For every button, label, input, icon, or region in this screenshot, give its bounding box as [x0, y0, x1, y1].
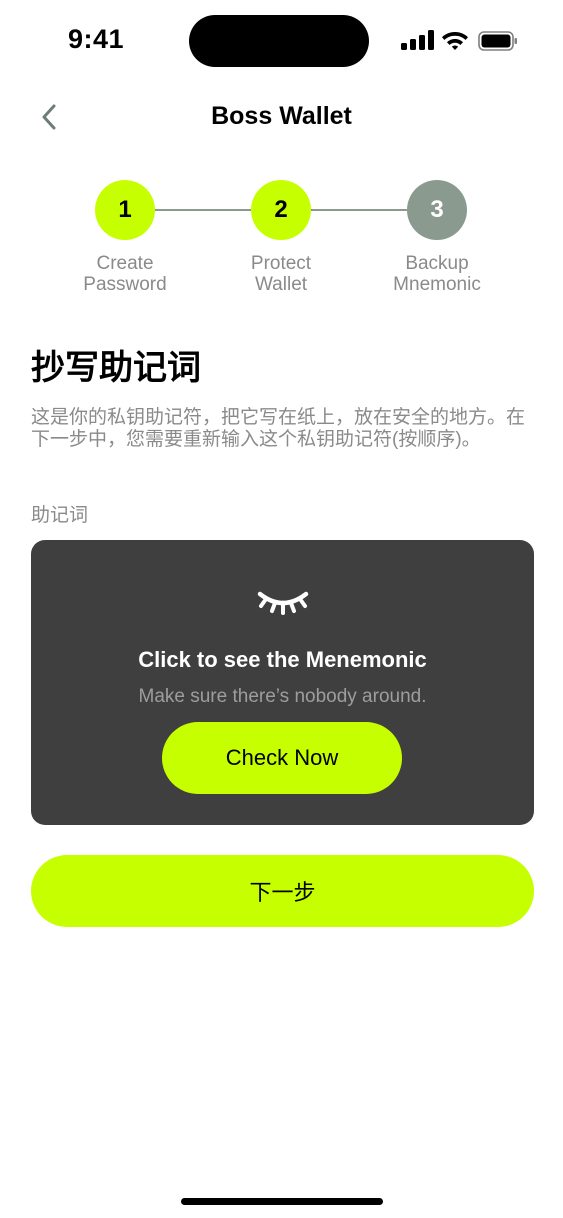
step-3-label-line1: Backup [405, 253, 469, 274]
progress-stepper: 1 2 3 Create Password Protect Wallet Bac… [0, 180, 563, 300]
status-bar: 9:41 [0, 0, 563, 80]
card-subtitle: Make sure there’s nobody around. [138, 686, 427, 707]
step-2-label-line1: Protect [250, 253, 312, 274]
status-time: 9:41 [68, 24, 125, 54]
card-title: Click to see the Menemonic [138, 647, 427, 672]
page-title: Boss Wallet [211, 102, 352, 130]
eye-closed-icon [257, 591, 309, 615]
nav-header: Boss Wallet [0, 90, 563, 146]
step-1-label: Create Password [65, 253, 185, 295]
step-connector [155, 209, 251, 211]
mnemonic-reveal-card[interactable]: Click to see the Menemonic Make sure the… [31, 540, 534, 825]
step-connector [311, 209, 407, 211]
battery-icon [478, 31, 517, 51]
step-3-label: Backup Mnemonic [377, 253, 497, 295]
dynamic-island [189, 15, 369, 67]
cellular-signal-icon [401, 30, 434, 50]
step-1-label-line2: Password [83, 274, 167, 295]
step-1-indicator: 1 [95, 180, 155, 240]
next-step-button[interactable]: 下一步 [31, 855, 534, 927]
step-1-label-line1: Create [96, 253, 154, 274]
step-2-label-line2: Wallet [254, 274, 308, 295]
check-now-button[interactable]: Check Now [162, 722, 402, 794]
wifi-icon [442, 32, 468, 50]
step-3-indicator: 3 [407, 180, 467, 240]
step-3-label-line2: Mnemonic [393, 274, 481, 295]
step-2-label: Protect Wallet [221, 253, 341, 295]
home-indicator [181, 1198, 383, 1205]
instruction-text: 这是你的私钥助记符，把它写在纸上，放在安全的地方。在下一步中，您需要重新输入这个… [31, 407, 526, 450]
mnemonic-label: 助记词 [31, 505, 89, 526]
section-heading: 抄写助记词 [31, 349, 201, 387]
step-2-indicator: 2 [251, 180, 311, 240]
